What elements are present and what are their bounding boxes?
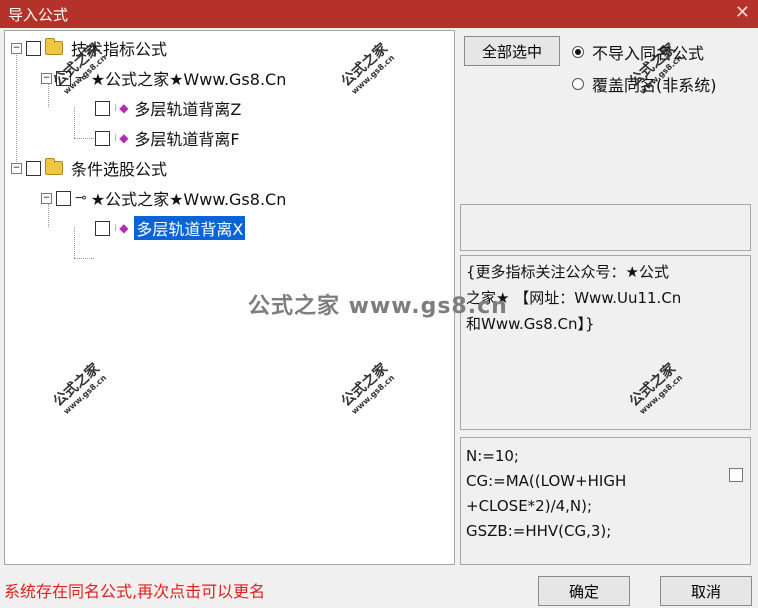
tree-node-formula[interactable]: ⁞ ◆ 多层轨道背离Z	[95, 97, 241, 119]
collapse-icon[interactable]: −	[11, 162, 22, 174]
dots-icon: ⁞	[114, 222, 118, 234]
checkbox[interactable]	[26, 40, 41, 56]
collapse-icon[interactable]: −	[41, 192, 52, 204]
checkbox[interactable]	[95, 220, 110, 236]
radio-label: 覆盖同名(非系统)	[592, 76, 717, 95]
tree-node-label: 技术指标公式	[71, 40, 168, 59]
dots-icon: ⁞	[114, 102, 118, 114]
tree-node-selection[interactable]: − 条件选股公式	[11, 157, 167, 179]
tree-connector	[74, 107, 75, 138]
tree-node-formula-selected[interactable]: ⁞ ◆ 多层轨道背离X	[95, 216, 246, 240]
tree-node-technical[interactable]: − 技术指标公式	[11, 37, 167, 59]
tree-node-label: 条件选股公式	[71, 160, 168, 179]
formula-tree[interactable]: − 技术指标公式 − ⊸ ★公式之家★Www.Gs8.Cn ⁞ ◆ 多层轨道背离…	[4, 30, 455, 565]
formula-gem-icon: ◆	[119, 101, 129, 115]
checkbox[interactable]	[26, 160, 41, 176]
formula-gem-icon: ◆	[119, 131, 129, 145]
radio-overwrite[interactable]: 覆盖同名(非系统)	[572, 72, 717, 96]
tree-node-formula[interactable]: ⁞ ◆ 多层轨道背离F	[95, 127, 240, 149]
checkbox[interactable]	[95, 130, 110, 146]
code-text: N:=10; CG:=MA((LOW+HIGH +CLOSE*2)/4,N); …	[466, 447, 627, 540]
select-all-button[interactable]: 全部选中	[464, 36, 560, 66]
checkbox[interactable]	[56, 190, 71, 206]
radio-no-import[interactable]: 不导入同名公式	[572, 40, 704, 64]
window-title: 导入公式	[8, 6, 69, 24]
key-icon: ⊸	[75, 70, 87, 86]
folder-icon	[45, 38, 63, 55]
close-icon[interactable]: ✕	[735, 2, 750, 23]
key-icon: ⊸	[75, 190, 87, 206]
dots-icon: ⁞	[114, 132, 118, 144]
tree-node-label: 多层轨道背离X	[134, 216, 246, 240]
folder-icon	[45, 158, 63, 175]
radio-label: 不导入同名公式	[592, 44, 705, 63]
title-bar: 导入公式 ✕	[0, 0, 758, 28]
tree-node-selection-group[interactable]: − ⊸ ★公式之家★Www.Gs8.Cn	[41, 187, 286, 209]
description-text: {更多指标关注公众号：★公式 之家★ 【网址：Www.Uu11.Cn 和Www.…	[466, 263, 682, 333]
checkbox[interactable]	[95, 100, 110, 116]
radio-unselected-icon[interactable]	[572, 78, 584, 90]
tree-node-label: 多层轨道背离Z	[134, 100, 242, 119]
tree-node-label: 多层轨道背离F	[134, 130, 240, 149]
radio-selected-icon[interactable]	[572, 46, 584, 58]
collapse-icon[interactable]: −	[11, 42, 22, 54]
tree-node-technical-group[interactable]: − ⊸ ★公式之家★Www.Gs8.Cn	[41, 67, 286, 89]
tree-connector	[74, 258, 94, 259]
ok-button[interactable]: 确定	[538, 576, 630, 606]
tree-node-label: ★公式之家★Www.Gs8.Cn	[90, 190, 287, 209]
collapse-icon[interactable]: −	[41, 72, 52, 84]
tree-node-label: ★公式之家★Www.Gs8.Cn	[90, 70, 287, 89]
tree-connector	[74, 138, 94, 139]
formula-gem-icon: ◆	[119, 221, 129, 235]
cancel-button[interactable]: 取消	[660, 576, 752, 606]
status-message: 系统存在同名公式,再次点击可以更名	[4, 582, 266, 601]
checkbox[interactable]	[56, 70, 71, 86]
code-checkbox[interactable]	[729, 468, 743, 482]
tree-connector	[74, 227, 75, 258]
info-box	[460, 204, 751, 251]
tree-connector	[16, 47, 17, 172]
